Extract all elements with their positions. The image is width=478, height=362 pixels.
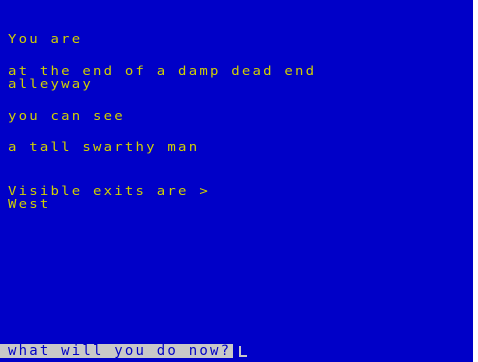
command-input-row[interactable]: what will you do now?	[0, 344, 248, 358]
exits-header: Visible exits are >	[8, 184, 210, 199]
command-prompt: what will you do now?	[0, 344, 234, 358]
exit-direction: West	[8, 197, 51, 212]
location-description-line: at the end of a damp dead end	[8, 64, 317, 79]
input-cursor[interactable]	[239, 346, 248, 357]
visible-object: a tall swarthy man	[8, 140, 200, 155]
location-header: You are	[8, 32, 83, 47]
game-screen: You are at the end of a damp dead end al…	[0, 0, 473, 362]
location-description-line: alleyway	[8, 77, 94, 92]
objects-header: you can see	[8, 109, 125, 124]
